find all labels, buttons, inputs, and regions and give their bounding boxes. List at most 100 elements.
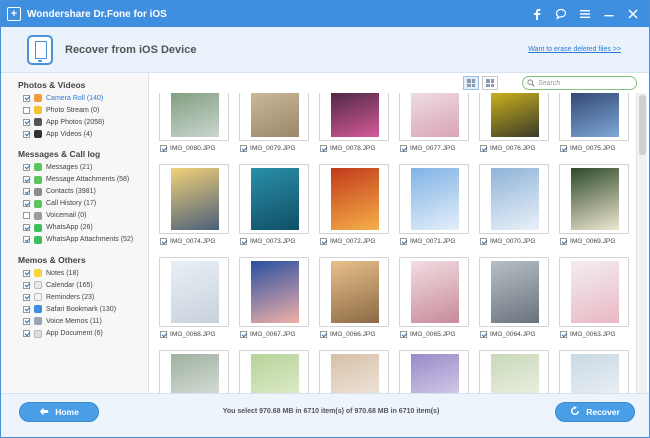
category-checkbox[interactable] xyxy=(23,118,30,126)
photo-checkbox[interactable] xyxy=(240,145,247,152)
photo-item[interactable]: IMG_0068.JPG xyxy=(150,257,230,350)
photo-thumbnail[interactable] xyxy=(559,93,629,141)
photo-thumbnail[interactable] xyxy=(399,257,469,327)
recover-button[interactable]: Recover xyxy=(555,402,635,422)
photo-thumbnail[interactable] xyxy=(479,93,549,141)
photo-checkbox[interactable] xyxy=(480,145,487,152)
category-checkbox[interactable] xyxy=(23,224,30,232)
photo-thumbnail[interactable] xyxy=(319,164,389,234)
photo-thumbnail[interactable] xyxy=(479,350,549,393)
photo-item[interactable]: IMG_0077.JPG xyxy=(390,93,470,164)
photo-thumbnail[interactable] xyxy=(159,93,229,141)
photo-checkbox[interactable] xyxy=(320,145,327,152)
list-view-button[interactable] xyxy=(482,76,498,90)
sidebar-item[interactable]: Reminders (23) xyxy=(1,291,148,303)
photo-checkbox[interactable] xyxy=(400,331,407,338)
sidebar-item[interactable]: Safari Bookmark (130) xyxy=(1,303,148,315)
photo-checkbox[interactable] xyxy=(160,238,167,245)
photo-item[interactable]: IMG_0073.JPG xyxy=(230,164,310,257)
photo-thumbnail[interactable] xyxy=(559,350,629,393)
sidebar-item[interactable]: Calendar (165) xyxy=(1,279,148,291)
photo-item[interactable]: IMG_0069.JPG xyxy=(550,164,630,257)
photo-thumbnail[interactable] xyxy=(479,164,549,234)
photo-item[interactable]: IMG_0076.JPG xyxy=(470,93,550,164)
photo-item[interactable] xyxy=(230,350,310,393)
category-checkbox[interactable] xyxy=(23,305,30,313)
photo-item[interactable]: IMG_0065.JPG xyxy=(390,257,470,350)
photo-checkbox[interactable] xyxy=(480,238,487,245)
grid-scrollbar[interactable] xyxy=(636,93,647,393)
home-button[interactable]: Home xyxy=(19,402,99,422)
photo-checkbox[interactable] xyxy=(160,331,167,338)
photo-thumbnail[interactable] xyxy=(319,350,389,393)
photo-checkbox[interactable] xyxy=(560,145,567,152)
photo-thumbnail[interactable] xyxy=(159,350,229,393)
category-checkbox[interactable] xyxy=(23,130,30,138)
photo-item[interactable]: IMG_0066.JPG xyxy=(310,257,390,350)
photo-checkbox[interactable] xyxy=(240,238,247,245)
grid-view-button[interactable] xyxy=(463,76,479,90)
category-checkbox[interactable] xyxy=(23,212,30,220)
photo-item[interactable]: IMG_0078.JPG xyxy=(310,93,390,164)
facebook-icon[interactable] xyxy=(525,1,549,27)
photo-checkbox[interactable] xyxy=(240,331,247,338)
category-checkbox[interactable] xyxy=(23,317,30,325)
category-checkbox[interactable] xyxy=(23,94,30,102)
photo-checkbox[interactable] xyxy=(560,238,567,245)
photo-item[interactable]: IMG_0071.JPG xyxy=(390,164,470,257)
category-checkbox[interactable] xyxy=(23,106,30,114)
photo-item[interactable] xyxy=(390,350,470,393)
photo-thumbnail[interactable] xyxy=(319,93,389,141)
feedback-icon[interactable] xyxy=(549,1,573,27)
sidebar-item[interactable]: Contacts (3981) xyxy=(1,186,148,198)
photo-item[interactable] xyxy=(150,350,230,393)
sidebar-item[interactable]: Call History (17) xyxy=(1,198,148,210)
sidebar-item[interactable]: App Videos (4) xyxy=(1,128,148,140)
category-checkbox[interactable] xyxy=(23,330,30,338)
photo-checkbox[interactable] xyxy=(560,331,567,338)
photo-thumbnail[interactable] xyxy=(239,350,309,393)
photo-item[interactable]: IMG_0072.JPG xyxy=(310,164,390,257)
photo-thumbnail[interactable] xyxy=(399,350,469,393)
photo-thumbnail[interactable] xyxy=(559,257,629,327)
photo-thumbnail[interactable] xyxy=(239,93,309,141)
scrollbar-thumb[interactable] xyxy=(639,95,646,155)
sidebar-item[interactable]: App Document (6) xyxy=(1,328,148,340)
photo-thumbnail[interactable] xyxy=(399,164,469,234)
category-checkbox[interactable] xyxy=(23,293,30,301)
photo-checkbox[interactable] xyxy=(160,145,167,152)
photo-thumbnail[interactable] xyxy=(239,164,309,234)
photo-item[interactable]: IMG_0075.JPG xyxy=(550,93,630,164)
category-checkbox[interactable] xyxy=(23,200,30,208)
search-input[interactable] xyxy=(538,79,628,87)
menu-icon[interactable] xyxy=(573,1,597,27)
photo-item[interactable]: IMG_0074.JPG xyxy=(150,164,230,257)
photo-checkbox[interactable] xyxy=(320,238,327,245)
sidebar-item[interactable]: Photo Stream (0) xyxy=(1,104,148,116)
photo-thumbnail[interactable] xyxy=(559,164,629,234)
photo-thumbnail[interactable] xyxy=(239,257,309,327)
photo-item[interactable]: IMG_0080.JPG xyxy=(150,93,230,164)
photo-thumbnail[interactable] xyxy=(399,93,469,141)
sidebar-item[interactable]: Voicemail (0) xyxy=(1,210,148,222)
photo-checkbox[interactable] xyxy=(400,238,407,245)
photo-thumbnail[interactable] xyxy=(159,164,229,234)
sidebar-item[interactable]: App Photos (2058) xyxy=(1,116,148,128)
category-checkbox[interactable] xyxy=(23,236,30,244)
sidebar-item[interactable]: WhatsApp (26) xyxy=(1,222,148,234)
photo-checkbox[interactable] xyxy=(320,331,327,338)
category-checkbox[interactable] xyxy=(23,269,30,277)
category-checkbox[interactable] xyxy=(23,163,30,171)
photo-item[interactable]: IMG_0064.JPG xyxy=(470,257,550,350)
photo-item[interactable] xyxy=(470,350,550,393)
photo-thumbnail[interactable] xyxy=(479,257,549,327)
sidebar-item[interactable]: Notes (18) xyxy=(1,267,148,279)
erase-deleted-files-link[interactable]: Want to erase deleted files >> xyxy=(528,46,621,53)
sidebar-item[interactable]: Voice Memos (11) xyxy=(1,315,148,327)
photo-thumbnail[interactable] xyxy=(319,257,389,327)
photo-checkbox[interactable] xyxy=(480,331,487,338)
photo-item[interactable]: IMG_0070.JPG xyxy=(470,164,550,257)
sidebar-item[interactable]: Camera Roll (140) xyxy=(1,92,148,104)
photo-item[interactable]: IMG_0067.JPG xyxy=(230,257,310,350)
category-checkbox[interactable] xyxy=(23,188,30,196)
